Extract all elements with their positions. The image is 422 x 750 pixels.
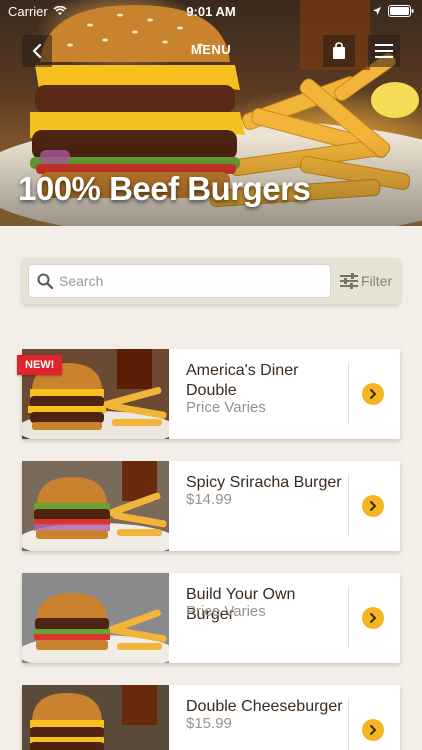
item-price: $14.99: [186, 491, 232, 508]
item-name: Double Cheeseburger: [186, 698, 343, 715]
menu-item[interactable]: Spicy Sriracha Burger $14.99: [22, 461, 400, 551]
item-thumbnail: [22, 461, 169, 551]
nav-title: MENU: [190, 42, 232, 57]
menu-item[interactable]: Build Your Own Burger Price Varies: [22, 573, 400, 663]
search-icon: [37, 273, 53, 289]
item-price: Price Varies: [186, 399, 266, 416]
chevron-right-icon: [370, 725, 377, 735]
status-time: 9:01 AM: [186, 3, 236, 19]
search-bar: Filter: [22, 258, 400, 304]
item-arrow-button[interactable]: [362, 495, 384, 517]
item-arrow-button[interactable]: [362, 383, 384, 405]
item-name: America's Diner Double: [186, 362, 299, 399]
menu-item[interactable]: Double Cheeseburger $15.99: [22, 685, 400, 750]
filter-label: Filter: [361, 273, 393, 289]
search-input[interactable]: [59, 273, 299, 289]
chevron-right-icon: [370, 613, 377, 623]
divider: [348, 699, 349, 750]
item-thumbnail: [22, 573, 169, 663]
status-bar: Carrier 9:01 AM: [0, 0, 422, 22]
hamburger-menu-icon: [375, 44, 393, 58]
shopping-bag-icon: [333, 42, 345, 59]
item-price: Price Varies: [186, 603, 266, 620]
filter-icon: [340, 273, 358, 289]
item-arrow-button[interactable]: [362, 719, 384, 741]
item-thumbnail: [22, 685, 169, 750]
item-name: Spicy Sriracha Burger: [186, 474, 342, 491]
divider: [348, 363, 349, 425]
menu-button[interactable]: [368, 35, 400, 67]
new-badge: NEW!: [17, 355, 63, 375]
filter-button[interactable]: Filter: [340, 266, 396, 296]
chevron-right-icon: [370, 389, 377, 399]
divider: [348, 475, 349, 537]
page-title: 100% Beef Burgers: [18, 170, 311, 207]
search-box[interactable]: [28, 264, 331, 298]
item-price: $15.99: [186, 715, 232, 732]
divider: [348, 587, 349, 649]
chevron-right-icon: [370, 501, 377, 511]
item-arrow-button[interactable]: [362, 607, 384, 629]
menu-item[interactable]: NEW! America's Diner Double Price Varies: [17, 349, 400, 439]
cart-button[interactable]: [323, 35, 355, 67]
